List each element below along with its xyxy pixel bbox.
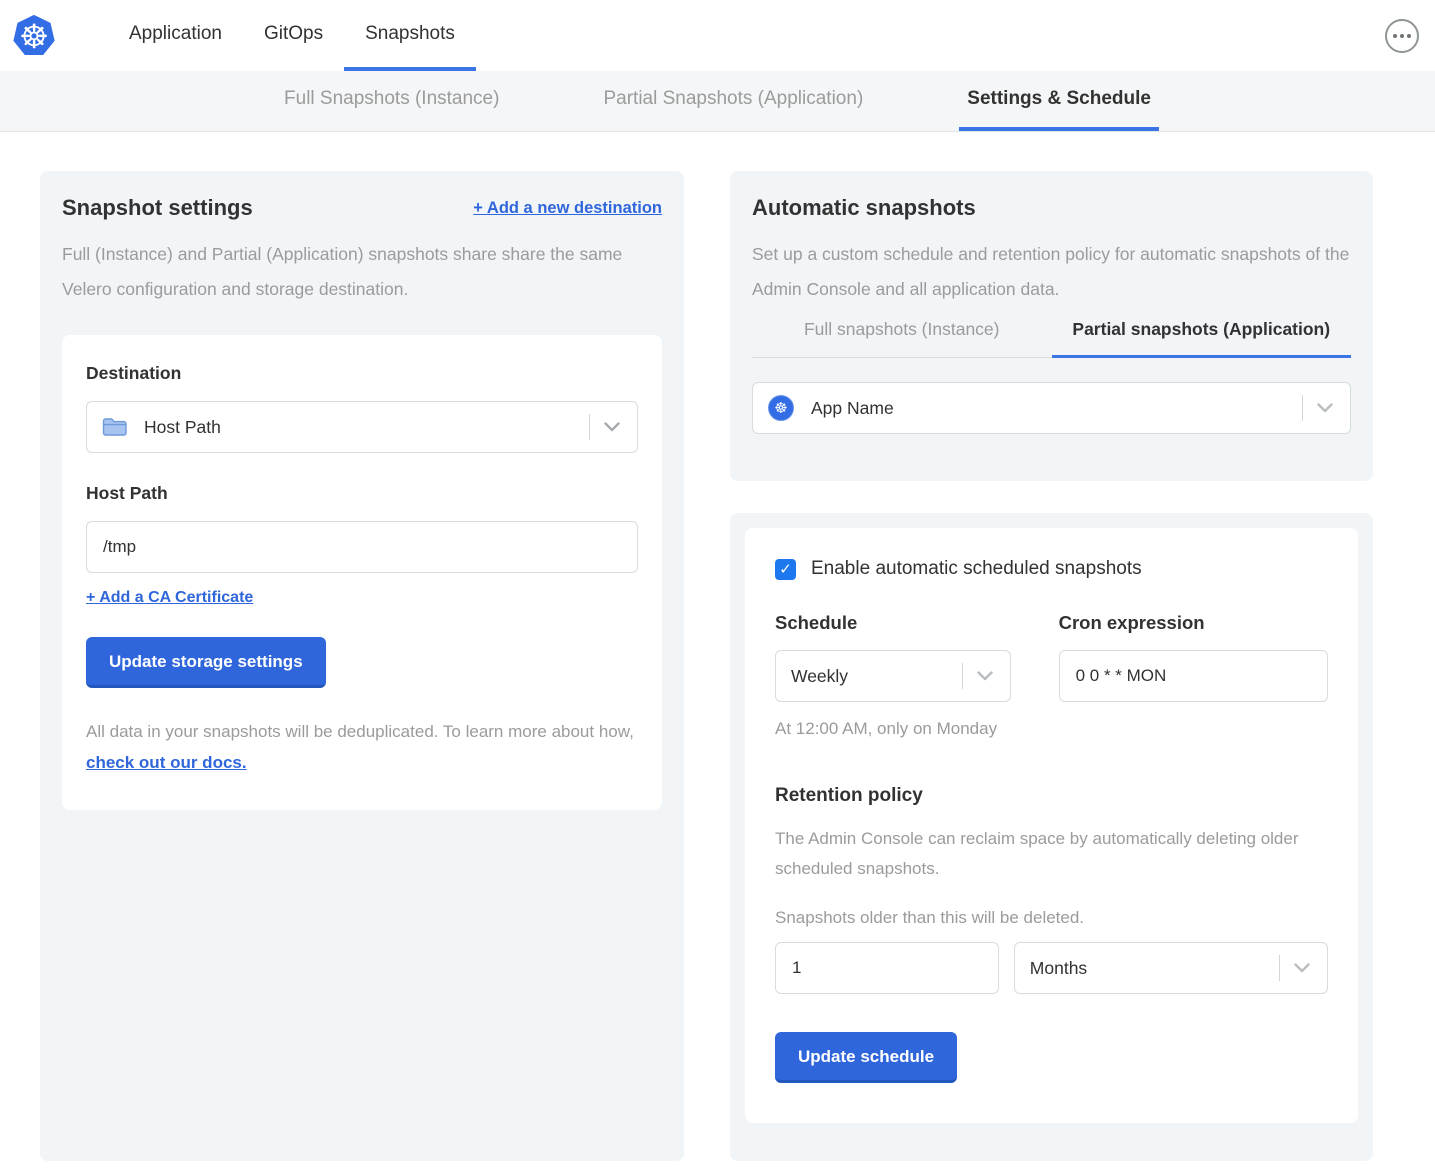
destination-value: Host Path [144, 417, 221, 438]
snapshot-settings-panel: Snapshot settings + Add a new destinatio… [40, 171, 684, 1161]
main-nav: Application GitOps Snapshots [108, 0, 476, 71]
enable-snapshots-label: Enable automatic scheduled snapshots [811, 558, 1142, 580]
docs-link[interactable]: check out our docs. [86, 753, 247, 772]
snapshot-settings-description: Full (Instance) and Partial (Application… [62, 237, 662, 307]
schedule-interval-select[interactable]: Weekly [775, 650, 1011, 702]
folder-icon [102, 416, 128, 438]
add-ca-certificate-link[interactable]: + Add a CA Certificate [86, 589, 253, 606]
cron-human-readable: At 12:00 AM, only on Monday [775, 719, 1328, 739]
retention-hint: Snapshots older than this will be delete… [775, 908, 1328, 928]
retention-controls-row: Months [775, 942, 1328, 994]
chevron-down-icon [1280, 963, 1312, 973]
snapshot-type-tabs: Full snapshots (Instance) Partial snapsh… [752, 319, 1351, 358]
schedule-panel: Enable automatic scheduled snapshots Sch… [730, 513, 1373, 1161]
storage-settings-card: Destination Host Path Host Path [62, 335, 662, 810]
cron-expression-input[interactable] [1076, 666, 1311, 686]
retention-unit-value: Months [1030, 958, 1087, 979]
snapshot-settings-title: Snapshot settings [62, 195, 253, 221]
nav-item-gitops[interactable]: GitOps [243, 0, 344, 71]
nav-item-snapshots[interactable]: Snapshots [344, 0, 476, 71]
snapshots-subnav: Full Snapshots (Instance) Partial Snapsh… [0, 71, 1435, 132]
right-column: Automatic snapshots Set up a custom sche… [730, 171, 1373, 1161]
main-content: Snapshot settings + Add a new destinatio… [0, 132, 1435, 1161]
automatic-snapshots-title: Automatic snapshots [752, 195, 1351, 221]
enable-snapshots-row: Enable automatic scheduled snapshots [775, 558, 1328, 580]
tab-settings-schedule[interactable]: Settings & Schedule [959, 71, 1159, 131]
tab-full-snapshots-instance[interactable]: Full snapshots (Instance) [752, 319, 1052, 358]
schedule-card: Enable automatic scheduled snapshots Sch… [745, 528, 1358, 1123]
cron-expression-field-wrap [1059, 650, 1328, 702]
overflow-menu-button[interactable] [1385, 19, 1419, 53]
chevron-down-icon [590, 422, 622, 432]
enable-snapshots-checkbox[interactable] [775, 559, 796, 580]
ellipsis-icon [1393, 34, 1397, 38]
automatic-snapshots-description: Set up a custom schedule and retention p… [752, 237, 1351, 307]
update-schedule-button[interactable]: Update schedule [775, 1032, 957, 1083]
kubernetes-logo-icon: ☸ [12, 14, 56, 58]
snapshot-settings-header: Snapshot settings + Add a new destinatio… [62, 195, 662, 221]
dedupe-footnote: All data in your snapshots will be dedup… [86, 716, 638, 778]
add-new-destination-link[interactable]: + Add a new destination [473, 199, 662, 218]
update-storage-settings-button[interactable]: Update storage settings [86, 637, 326, 688]
svg-text:☸: ☸ [19, 16, 49, 55]
app-select[interactable]: ☸ App Name [752, 382, 1351, 434]
destination-select[interactable]: Host Path [86, 401, 638, 453]
schedule-labels-row: Schedule Cron expression [775, 612, 1328, 634]
dedupe-footnote-text: All data in your snapshots will be dedup… [86, 722, 634, 741]
tab-partial-snapshots-application[interactable]: Partial snapshots (Application) [1052, 319, 1352, 358]
app-select-value: App Name [811, 398, 894, 419]
chevron-down-icon [963, 671, 995, 681]
chevron-down-icon [1303, 403, 1335, 413]
automatic-snapshots-panel: Automatic snapshots Set up a custom sche… [730, 171, 1373, 481]
tab-partial-snapshots[interactable]: Partial Snapshots (Application) [595, 71, 871, 131]
cron-expression-label: Cron expression [1059, 612, 1328, 634]
schedule-controls-row: Weekly [775, 650, 1328, 702]
host-path-label: Host Path [86, 483, 638, 504]
retention-value-input[interactable] [792, 958, 982, 978]
top-navigation: ☸ Application GitOps Snapshots [0, 0, 1435, 71]
schedule-interval-value: Weekly [791, 666, 848, 687]
host-path-input[interactable] [103, 537, 621, 557]
retention-unit-select[interactable]: Months [1014, 942, 1328, 994]
retention-policy-description: The Admin Console can reclaim space by a… [775, 824, 1315, 884]
schedule-label: Schedule [775, 612, 1011, 634]
app-kubernetes-icon: ☸ [768, 395, 794, 421]
host-path-field-wrap [86, 521, 638, 573]
nav-item-application[interactable]: Application [108, 0, 243, 71]
destination-label: Destination [86, 363, 638, 384]
retention-policy-title: Retention policy [775, 785, 1328, 807]
tab-full-snapshots[interactable]: Full Snapshots (Instance) [276, 71, 507, 131]
retention-value-field-wrap [775, 942, 999, 994]
